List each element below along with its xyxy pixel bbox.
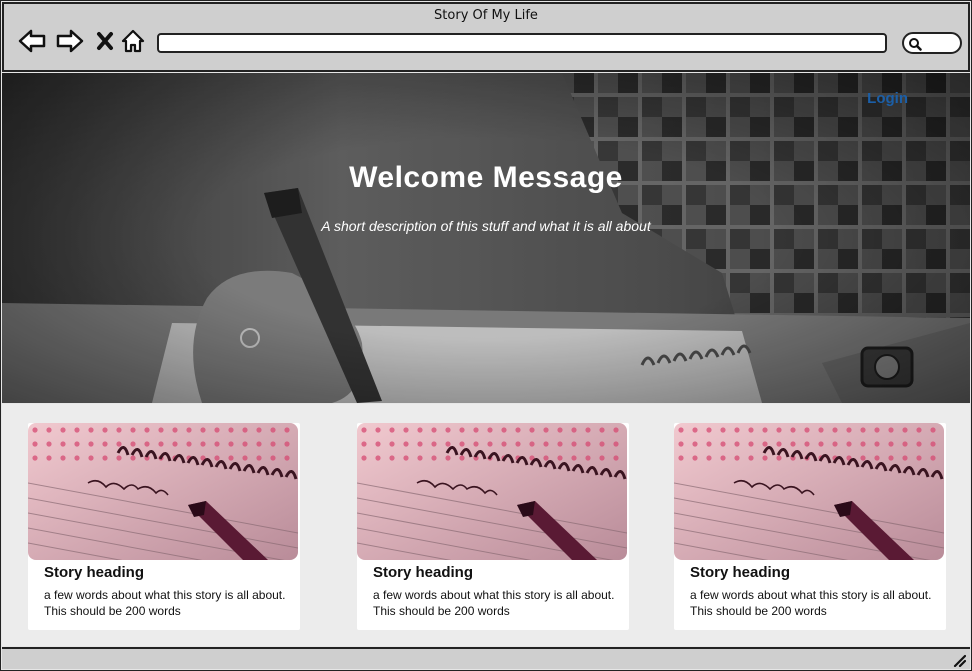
stop-button[interactable] (90, 26, 120, 56)
story-image[interactable] (674, 423, 944, 560)
story-summary: a few words about what this story is all… (690, 588, 932, 618)
status-bar (2, 647, 970, 669)
window-title: Story Of My Life (434, 8, 538, 23)
forward-arrow-icon (56, 29, 84, 53)
story-image[interactable] (357, 423, 627, 560)
story-heading[interactable]: Story heading (44, 564, 144, 581)
story-card[interactable]: Story heading a few words about what thi… (357, 423, 629, 630)
forward-button[interactable] (55, 26, 85, 56)
hero-background-image (2, 73, 970, 403)
login-link[interactable]: Login (867, 90, 908, 107)
address-bar[interactable] (157, 33, 887, 53)
home-button[interactable] (118, 26, 148, 56)
story-summary: a few words about what this story is all… (373, 588, 615, 618)
back-arrow-icon (18, 29, 46, 53)
story-summary: a few words about what this story is all… (44, 588, 286, 618)
story-card[interactable]: Story heading a few words about what thi… (674, 423, 946, 630)
home-icon (120, 28, 146, 54)
welcome-heading: Welcome Message (349, 161, 623, 194)
stories-section: Story heading a few words about what thi… (2, 404, 970, 646)
back-button[interactable] (17, 26, 47, 56)
story-heading[interactable]: Story heading (373, 564, 473, 581)
browser-window: Story Of My Life Login Welcome Message A… (0, 0, 972, 671)
close-x-icon (96, 31, 114, 51)
welcome-description: A short description of this stuff and wh… (321, 218, 651, 234)
story-card[interactable]: Story heading a few words about what thi… (28, 423, 300, 630)
story-heading[interactable]: Story heading (690, 564, 790, 581)
hero-banner: Login Welcome Message A short descriptio… (2, 73, 970, 403)
search-field[interactable] (902, 32, 962, 54)
story-image[interactable] (28, 423, 298, 560)
resize-grip-icon[interactable] (952, 652, 967, 670)
browser-toolbar: Story Of My Life (2, 2, 970, 72)
